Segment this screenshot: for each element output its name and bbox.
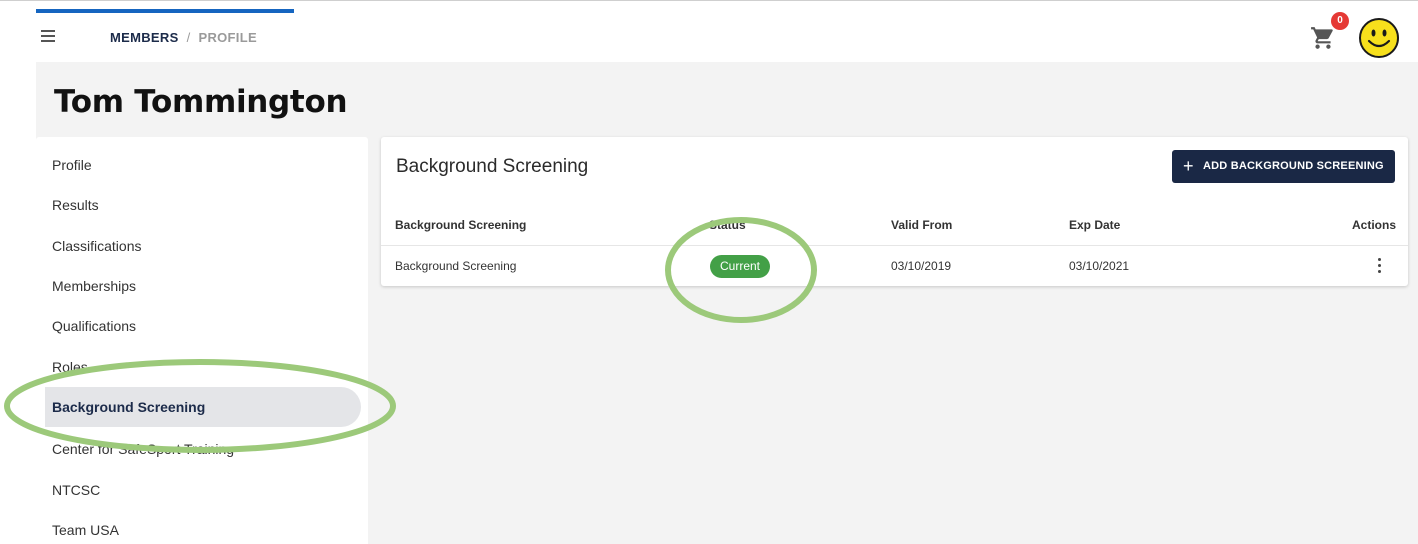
cart-count-badge: 0 <box>1331 12 1349 30</box>
column-header-background-screening: Background Screening <box>395 218 527 232</box>
sidebar-item-profile[interactable]: Profile <box>36 145 368 185</box>
smiley-face-icon[interactable] <box>1358 17 1400 59</box>
breadcrumb-profile: PROFILE <box>198 30 257 45</box>
sidebar-item-safesport-training[interactable]: Center for SafeSport Training <box>36 429 368 469</box>
breadcrumb: MEMBERS / PROFILE <box>110 30 257 45</box>
sidebar-item-qualifications[interactable]: Qualifications <box>36 306 368 346</box>
top-bar: MEMBERS / PROFILE 0 <box>0 0 1418 62</box>
row-name-cell: Background Screening <box>395 259 517 273</box>
sidebar-item-background-screening[interactable]: Background Screening <box>45 387 361 427</box>
plus-icon: + <box>1183 156 1194 176</box>
sidebar-item-classifications[interactable]: Classifications <box>36 226 368 266</box>
cart-icon[interactable] <box>1310 25 1336 51</box>
background-screening-card: Background Screening + ADD BACKGROUND SC… <box>381 137 1408 286</box>
valid-from-cell: 03/10/2019 <box>891 259 952 273</box>
sidebar-item-ntcsc[interactable]: NTCSC <box>36 470 368 510</box>
card-title: Background Screening <box>396 156 589 177</box>
add-button-label: ADD BACKGROUND SCREENING <box>1203 160 1384 172</box>
profile-sidebar: Profile Results Classifications Membersh… <box>36 137 368 544</box>
table-divider <box>381 245 1408 246</box>
exp-date-cell: 03/10/2021 <box>1069 259 1130 273</box>
loading-accent-bar <box>36 9 294 13</box>
more-actions-icon[interactable] <box>1371 258 1387 276</box>
sidebar-item-memberships[interactable]: Memberships <box>36 266 368 306</box>
sidebar-item-roles[interactable]: Roles <box>36 347 368 387</box>
breadcrumb-members-link[interactable]: MEMBERS <box>110 30 179 45</box>
sidebar-item-results[interactable]: Results <box>36 185 368 225</box>
column-header-status: Status <box>709 218 746 232</box>
column-header-exp-date: Exp Date <box>1069 218 1121 232</box>
status-badge: Current <box>710 255 770 278</box>
breadcrumb-separator: / <box>186 30 191 45</box>
column-header-valid-from: Valid From <box>891 218 953 232</box>
member-name-heading: Tom Tommington <box>54 84 348 120</box>
column-header-actions: Actions <box>1352 218 1397 232</box>
add-background-screening-button[interactable]: + ADD BACKGROUND SCREENING <box>1172 150 1395 183</box>
hamburger-menu-icon[interactable] <box>41 30 57 44</box>
sidebar-item-team-usa[interactable]: Team USA <box>36 510 368 544</box>
